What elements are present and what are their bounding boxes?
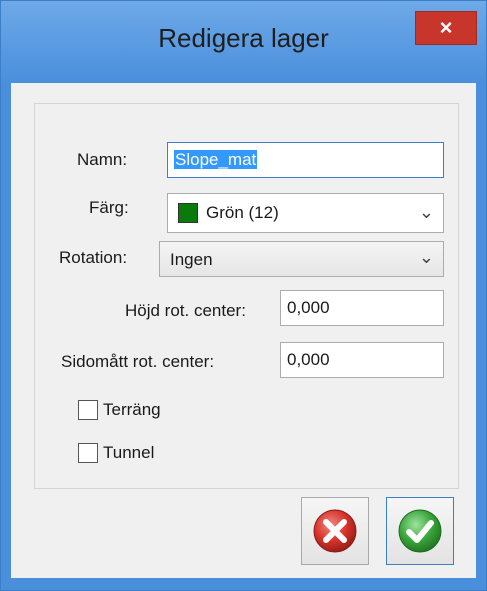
title-bar[interactable]: Redigera lager ×	[1, 1, 486, 83]
color-dropdown[interactable]: Grön (12) ⌄	[167, 193, 444, 233]
terrain-label: Terräng	[103, 400, 161, 419]
cancel-icon	[313, 509, 357, 553]
dialog-window: Redigera lager × Namn: Slope_mat Färg: G…	[0, 0, 487, 591]
window-frame-bottom	[1, 578, 486, 590]
rotation-dropdown[interactable]: Ingen ⌄	[159, 241, 444, 277]
cancel-button[interactable]	[301, 497, 369, 565]
layer-settings-group: Namn: Slope_mat Färg: Grön (12) ⌄ Rotati…	[34, 103, 459, 489]
chevron-down-icon: ⌄	[418, 247, 434, 267]
checkmark-icon	[398, 509, 442, 553]
side-rot-center-label: Sidomått rot. center:	[61, 352, 215, 371]
height-rot-center-input[interactable]: 0,000	[280, 290, 444, 326]
name-input-value: Slope_mat	[174, 150, 258, 169]
height-rot-center-value: 0,000	[287, 298, 330, 317]
rotation-label: Rotation:	[59, 248, 128, 267]
terrain-checkbox[interactable]	[78, 400, 98, 420]
name-input[interactable]: Slope_mat	[167, 142, 444, 178]
close-icon: ×	[439, 15, 453, 40]
dialog-body: Namn: Slope_mat Färg: Grön (12) ⌄ Rotati…	[11, 83, 476, 578]
name-label: Namn:	[77, 150, 128, 169]
window-title: Redigera lager	[158, 23, 329, 53]
color-swatch	[178, 203, 198, 223]
chevron-down-icon: ⌄	[418, 202, 434, 222]
side-rot-center-input[interactable]: 0,000	[280, 342, 444, 378]
tunnel-checkbox[interactable]	[78, 443, 98, 463]
color-dropdown-value: Grön (12)	[206, 203, 279, 222]
close-button[interactable]: ×	[415, 11, 477, 45]
ok-button[interactable]	[386, 497, 454, 565]
tunnel-label: Tunnel	[103, 443, 155, 462]
height-rot-center-label: Höjd rot. center:	[125, 301, 246, 320]
rotation-dropdown-value: Ingen	[170, 250, 213, 269]
color-label: Färg:	[89, 198, 129, 217]
side-rot-center-value: 0,000	[287, 350, 330, 369]
window-frame-left	[1, 83, 11, 578]
window-frame-right	[476, 83, 486, 578]
